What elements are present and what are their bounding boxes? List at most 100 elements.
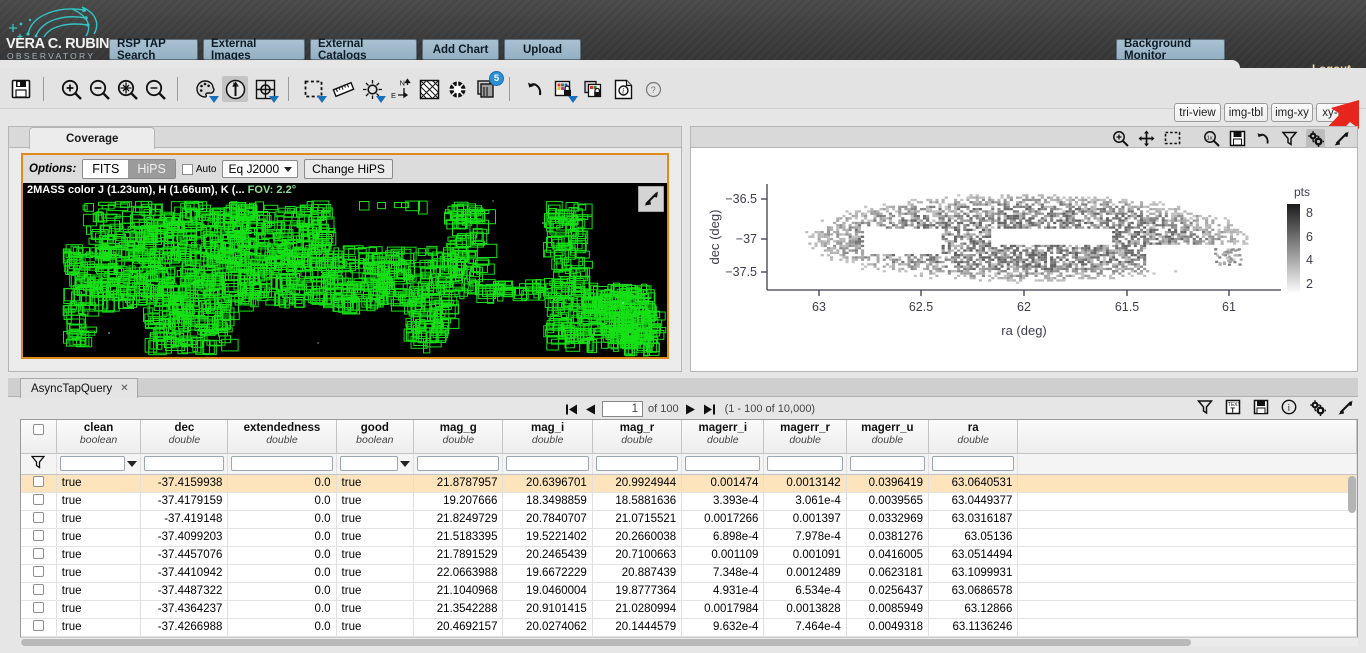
- row-select-cell[interactable]: [21, 618, 57, 637]
- zoom-out-icon[interactable]: [86, 76, 112, 102]
- chart-restore-icon[interactable]: [1254, 129, 1273, 148]
- page-number-input[interactable]: 1: [602, 401, 643, 417]
- table-horizontal-scrollbar[interactable]: [20, 637, 1358, 646]
- zoom-fit-icon[interactable]: [114, 76, 140, 102]
- filter-input-magerr_u[interactable]: [849, 456, 925, 471]
- color-palette-icon[interactable]: [192, 76, 219, 103]
- table-row[interactable]: true -37.4457076 0.0 true 21.7891529 20.24654…: [21, 546, 1357, 565]
- column-header-magerr_i[interactable]: magerr_i double: [681, 420, 765, 454]
- row-checkbox[interactable]: [32, 494, 44, 505]
- chart-reset-zoom-icon[interactable]: 1x: [1202, 129, 1221, 148]
- table-row[interactable]: true -37.4099203 0.0 true 21.5183395 19.52214…: [21, 528, 1357, 547]
- chart-filter-icon[interactable]: [1280, 129, 1299, 148]
- last-page-icon[interactable]: [703, 402, 717, 416]
- row-select-cell[interactable]: [21, 582, 57, 601]
- select-all-checkbox[interactable]: [32, 424, 44, 435]
- filter-cell-good[interactable]: [336, 453, 415, 475]
- filter-cell-ra[interactable]: [928, 453, 1019, 475]
- nav-button-add-chart[interactable]: Add Chart: [422, 39, 499, 60]
- filter-cell-mag_r[interactable]: [592, 453, 683, 475]
- row-select-cell[interactable]: [21, 600, 57, 619]
- image-info-icon[interactable]: i: [610, 76, 636, 102]
- select-area-icon[interactable]: [300, 76, 327, 103]
- column-header-clean[interactable]: clean boolean: [56, 420, 142, 454]
- toggle-hips[interactable]: HiPS: [128, 160, 175, 178]
- results-grid[interactable]: clean boolean dec double extendedness double g…: [20, 419, 1358, 646]
- chevron-down-icon[interactable]: [400, 460, 411, 467]
- nav-button-upload[interactable]: Upload: [504, 39, 581, 60]
- filter-input-good[interactable]: [339, 456, 399, 471]
- table-filter-icon[interactable]: [1196, 398, 1214, 416]
- row-select-cell[interactable]: [21, 510, 57, 529]
- coverage-image[interactable]: 2MASS color J (1.23um), H (1.66um), K (.…: [23, 183, 667, 357]
- chevron-down-icon[interactable]: [127, 460, 138, 467]
- table-info-icon[interactable]: i: [1280, 398, 1298, 416]
- zoom-one-icon[interactable]: [142, 76, 168, 102]
- restore-icon[interactable]: [522, 76, 548, 102]
- table-row[interactable]: true -37.4364237 0.0 true 21.3542288 20.91014…: [21, 600, 1357, 619]
- north-east-axes-icon[interactable]: NE: [388, 76, 414, 102]
- save-icon[interactable]: [8, 76, 34, 102]
- chevron-down-icon[interactable]: [317, 96, 327, 103]
- nav-button-external-catalogs[interactable]: External Catalogs: [310, 38, 417, 62]
- chart-settings-icon[interactable]: [1306, 129, 1325, 148]
- filter-input-clean[interactable]: [59, 456, 126, 471]
- view-mode-img-tbl[interactable]: img-tbl: [1224, 103, 1268, 122]
- filter-input-extendedness[interactable]: [231, 456, 333, 471]
- row-checkbox[interactable]: [32, 512, 44, 523]
- row-checkbox[interactable]: [32, 548, 44, 559]
- prev-page-icon[interactable]: [583, 402, 597, 416]
- row-checkbox[interactable]: [32, 566, 44, 577]
- filter-input-mag_i[interactable]: [506, 456, 589, 471]
- table-row[interactable]: true -37.4179159 0.0 true 19.207666 18.349885…: [21, 492, 1357, 511]
- help-icon[interactable]: ?: [640, 76, 666, 102]
- chevron-down-icon[interactable]: [568, 96, 578, 103]
- coordinate-system-select[interactable]: Eq J2000: [222, 160, 299, 178]
- zoom-in-icon[interactable]: [58, 76, 84, 102]
- first-page-icon[interactable]: [564, 402, 578, 416]
- column-header-ra[interactable]: ra double: [928, 420, 1019, 454]
- table-row[interactable]: true -37.4410942 0.0 true 22.0663988 19.66722…: [21, 564, 1357, 583]
- coverage-viewer[interactable]: Options: FITS HiPS Auto Eq J2000 Change …: [21, 153, 669, 359]
- filter-cell-extendedness[interactable]: [227, 453, 337, 475]
- filter-cell-mag_i[interactable]: [502, 453, 593, 475]
- filter-cell-magerr_u[interactable]: [846, 453, 930, 475]
- view-mode-tri-view[interactable]: tri-view: [1174, 103, 1221, 122]
- next-page-icon[interactable]: [684, 402, 698, 416]
- chart-save-icon[interactable]: [1228, 129, 1247, 148]
- ra-dec-density-chart[interactable]: −36.5 −37 −37.5 63 62.5 62 61.5 61 ra (d…: [691, 148, 1357, 371]
- source-extract-icon[interactable]: [359, 76, 386, 103]
- background-monitor-button[interactable]: Background Monitor: [1116, 38, 1225, 62]
- auto-checkbox-wrap[interactable]: Auto: [181, 163, 216, 175]
- column-header-extendedness[interactable]: extendedness double: [227, 420, 337, 454]
- row-select-cell[interactable]: [21, 492, 57, 511]
- filter-input-dec[interactable]: [144, 456, 225, 471]
- row-checkbox[interactable]: [32, 620, 44, 631]
- row-select-cell[interactable]: [21, 546, 57, 565]
- image-source-toggle[interactable]: FITS HiPS: [82, 159, 176, 179]
- mask-icon[interactable]: [444, 76, 470, 102]
- row-checkbox[interactable]: [32, 584, 44, 595]
- crosshair-target-icon[interactable]: [252, 76, 279, 103]
- table-save-icon[interactable]: [1252, 398, 1270, 416]
- chart-zoom-icon[interactable]: [1111, 129, 1130, 148]
- table-horizontal-scroll-thumb[interactable]: [21, 639, 1191, 646]
- chart-pan-icon[interactable]: [1137, 129, 1156, 148]
- chevron-down-icon[interactable]: [209, 96, 219, 103]
- image-tools-icon[interactable]: [581, 76, 607, 102]
- filter-input-mag_g[interactable]: [417, 456, 500, 471]
- row-select-cell[interactable]: [21, 564, 57, 583]
- row-select-cell[interactable]: [21, 528, 57, 547]
- change-hips-button[interactable]: Change HiPS: [304, 159, 393, 179]
- filter-toggle-cell[interactable]: [21, 453, 57, 475]
- table-row[interactable]: true -37.419148 0.0 true 21.8249729 20.784070…: [21, 510, 1357, 529]
- filter-cell-magerr_i[interactable]: [681, 453, 765, 475]
- chevron-down-icon[interactable]: [376, 96, 386, 103]
- filter-input-magerr_i[interactable]: [685, 456, 761, 471]
- coverage-expand-icon[interactable]: [637, 185, 665, 215]
- table-vertical-scroll-thumb[interactable]: [1348, 476, 1356, 513]
- lock-image-icon[interactable]: [551, 76, 578, 103]
- column-header-mag_g[interactable]: mag_g double: [413, 420, 504, 454]
- select-all-header[interactable]: [21, 420, 57, 454]
- filter-cell-clean[interactable]: [56, 453, 142, 475]
